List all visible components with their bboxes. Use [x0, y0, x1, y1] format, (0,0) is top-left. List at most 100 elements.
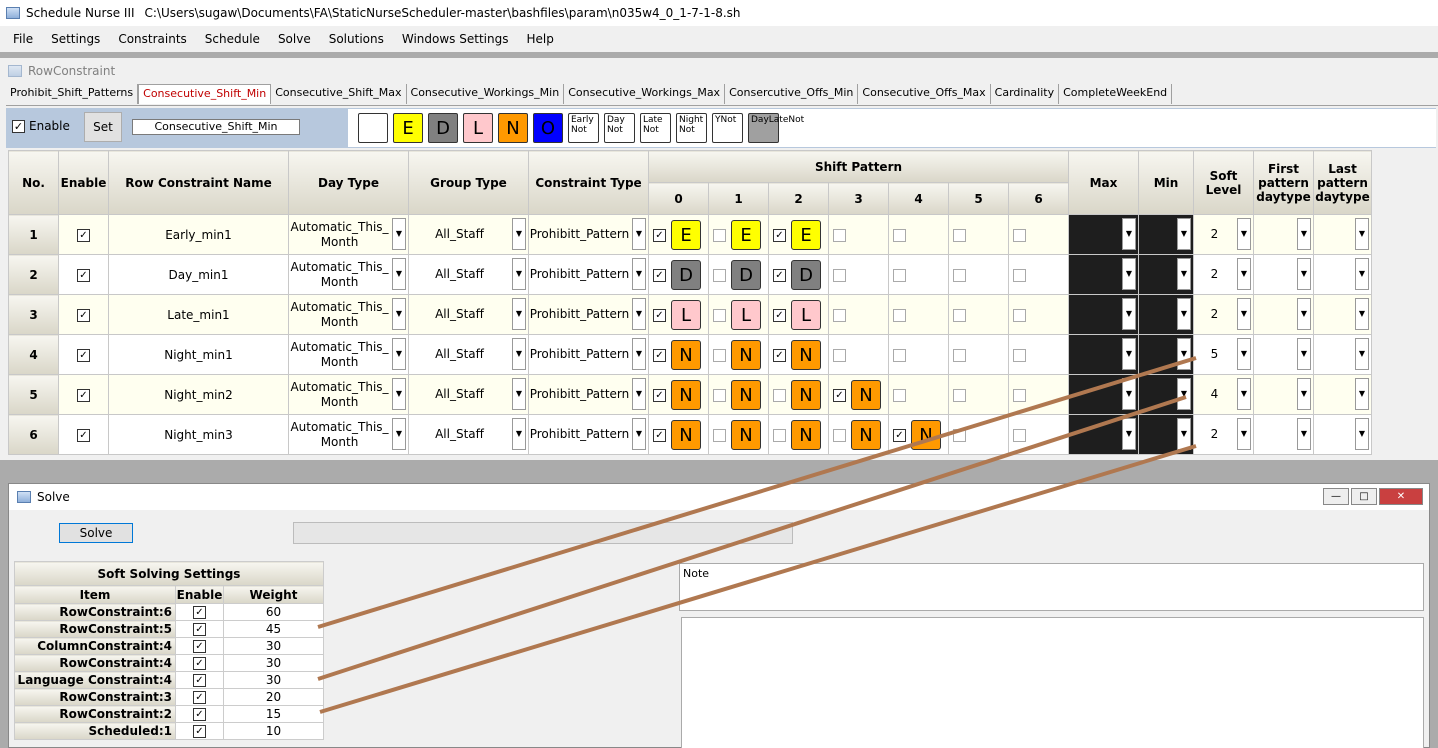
pattern-checkbox[interactable] [953, 388, 966, 402]
pattern-checkbox[interactable] [713, 308, 726, 322]
tab-consecutive_workings_min[interactable]: Consecutive_Workings_Min [406, 84, 565, 104]
pattern-cell[interactable] [948, 414, 1009, 455]
chevron-down-icon[interactable]: ▼ [1177, 338, 1191, 370]
pattern-checkbox[interactable] [713, 228, 726, 242]
chevron-down-icon[interactable]: ▼ [1237, 338, 1251, 370]
tab-consecutive_workings_max[interactable]: Consecutive_Workings_Max [564, 84, 726, 104]
chevron-down-icon[interactable]: ▼ [632, 338, 646, 370]
pattern-cell[interactable]: E [648, 214, 709, 255]
pattern-checkbox[interactable] [713, 388, 726, 402]
chevron-down-icon[interactable]: ▼ [1355, 378, 1369, 410]
chevron-down-icon[interactable]: ▼ [1122, 378, 1136, 410]
chevron-down-icon[interactable]: ▼ [512, 378, 526, 410]
chevron-down-icon[interactable]: ▼ [632, 418, 646, 450]
palette-swatch[interactable]: E [393, 113, 423, 143]
chevron-down-icon[interactable]: ▼ [1237, 298, 1251, 330]
tab-consecutive_offs_max[interactable]: Consecutive_Offs_Max [858, 84, 991, 104]
shift-chip[interactable]: E [671, 220, 701, 250]
pattern-checkbox[interactable] [773, 348, 786, 362]
soft-level-dropdown[interactable]: 2 ▼ [1193, 414, 1254, 455]
pattern-cell[interactable]: L [648, 294, 709, 335]
pattern-checkbox[interactable] [653, 348, 666, 362]
first-daytype-dropdown[interactable]: ▼ [1253, 214, 1314, 255]
row-enable-checkbox[interactable] [77, 388, 90, 402]
pattern-cell[interactable] [888, 254, 949, 295]
day-type-dropdown[interactable]: Automatic_This_ Month ▼ [288, 254, 409, 295]
chevron-down-icon[interactable]: ▼ [1297, 258, 1311, 290]
shift-chip[interactable]: D [731, 260, 761, 290]
shift-chip[interactable]: N [851, 380, 881, 410]
max-dropdown[interactable]: ▼ [1068, 334, 1139, 375]
chevron-down-icon[interactable]: ▼ [1297, 298, 1311, 330]
palette-swatch[interactable]: Late Not [640, 113, 671, 143]
solve-button[interactable]: Solve [59, 523, 133, 543]
constraint-type-dropdown[interactable]: Prohibitt_Pattern ▼ [528, 374, 649, 415]
shift-chip[interactable]: N [671, 420, 701, 450]
menu-item[interactable]: Schedule [196, 32, 269, 46]
row-enable-checkbox[interactable] [77, 268, 90, 282]
chevron-down-icon[interactable]: ▼ [1297, 338, 1311, 370]
constraint-type-dropdown[interactable]: Prohibitt_Pattern ▼ [528, 414, 649, 455]
shift-chip[interactable]: N [791, 380, 821, 410]
chevron-down-icon[interactable]: ▼ [1177, 298, 1191, 330]
enable-checkbox[interactable] [12, 119, 25, 133]
pattern-checkbox[interactable] [1013, 268, 1026, 282]
chevron-down-icon[interactable]: ▼ [1237, 258, 1251, 290]
pattern-checkbox[interactable] [1013, 428, 1026, 442]
pattern-checkbox[interactable] [653, 388, 666, 402]
pattern-cell[interactable]: N [708, 334, 769, 375]
palette-swatch[interactable]: YNot [712, 113, 743, 143]
row-name[interactable]: Late_min1 [108, 294, 289, 335]
pattern-checkbox[interactable] [893, 388, 906, 402]
pattern-checkbox[interactable] [893, 268, 906, 282]
day-type-dropdown[interactable]: Automatic_This_ Month ▼ [288, 294, 409, 335]
pattern-cell[interactable]: N [648, 414, 709, 455]
chevron-down-icon[interactable]: ▼ [632, 218, 646, 250]
day-type-dropdown[interactable]: Automatic_This_ Month ▼ [288, 334, 409, 375]
row-enable-checkbox[interactable] [77, 348, 90, 362]
soft-level-dropdown[interactable]: 2 ▼ [1193, 214, 1254, 255]
pattern-checkbox[interactable] [773, 388, 786, 402]
shift-chip[interactable]: N [791, 340, 821, 370]
settings-weight[interactable]: 15 [223, 705, 324, 723]
group-type-dropdown[interactable]: All_Staff ▼ [408, 414, 529, 455]
chevron-down-icon[interactable]: ▼ [1355, 418, 1369, 450]
palette-swatch[interactable]: L [463, 113, 493, 143]
pattern-cell[interactable] [948, 294, 1009, 335]
first-daytype-dropdown[interactable]: ▼ [1253, 414, 1314, 455]
day-type-dropdown[interactable]: Automatic_This_ Month ▼ [288, 414, 409, 455]
pattern-checkbox[interactable] [653, 428, 666, 442]
pattern-checkbox[interactable] [1013, 348, 1026, 362]
pattern-checkbox[interactable] [893, 228, 906, 242]
soft-level-dropdown[interactable]: 2 ▼ [1193, 254, 1254, 295]
minimize-button[interactable]: — [1323, 488, 1349, 505]
shift-chip[interactable]: D [671, 260, 701, 290]
last-daytype-dropdown[interactable]: ▼ [1313, 254, 1372, 295]
first-daytype-dropdown[interactable]: ▼ [1253, 254, 1314, 295]
pattern-cell[interactable] [948, 374, 1009, 415]
chevron-down-icon[interactable]: ▼ [1122, 218, 1136, 250]
chevron-down-icon[interactable]: ▼ [512, 418, 526, 450]
chevron-down-icon[interactable]: ▼ [1177, 418, 1191, 450]
note-box[interactable]: Note [679, 563, 1424, 611]
settings-enable-checkbox[interactable] [193, 674, 206, 687]
chevron-down-icon[interactable]: ▼ [512, 298, 526, 330]
pattern-cell[interactable] [1008, 334, 1069, 375]
shift-chip[interactable]: N [731, 340, 761, 370]
pattern-checkbox[interactable] [773, 428, 786, 442]
min-dropdown[interactable]: ▼ [1138, 214, 1194, 255]
pattern-cell[interactable]: N [828, 414, 889, 455]
pattern-cell[interactable]: L [708, 294, 769, 335]
first-daytype-dropdown[interactable]: ▼ [1253, 374, 1314, 415]
pattern-checkbox[interactable] [953, 228, 966, 242]
pattern-cell[interactable] [1008, 294, 1069, 335]
shift-chip[interactable]: D [791, 260, 821, 290]
pattern-checkbox[interactable] [653, 308, 666, 322]
max-dropdown[interactable]: ▼ [1068, 294, 1139, 335]
shift-chip[interactable]: L [731, 300, 761, 330]
row-name[interactable]: Night_min1 [108, 334, 289, 375]
menu-item[interactable]: Settings [42, 32, 109, 46]
settings-weight[interactable]: 30 [223, 637, 324, 655]
chevron-down-icon[interactable]: ▼ [512, 338, 526, 370]
maximize-button[interactable]: □ [1351, 488, 1377, 505]
